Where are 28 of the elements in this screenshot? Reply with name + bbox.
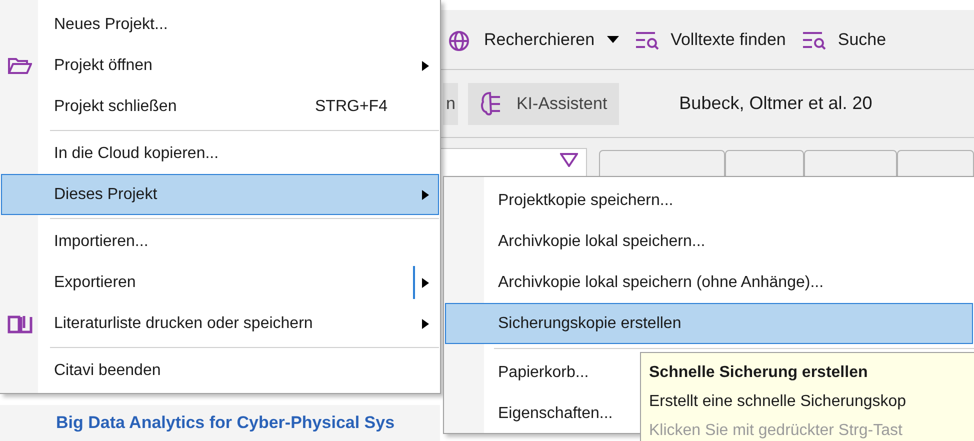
menu-item[interactable]: Archivkopie lokal speichern... xyxy=(445,221,973,262)
menu-item[interactable]: Literaturliste drucken oder speichern xyxy=(1,303,439,344)
menu-item[interactable]: Projekt öffnen xyxy=(1,45,439,86)
menu-item[interactable]: Projekt schließen STRG+F4 xyxy=(1,86,439,127)
toolbar-button[interactable]: n xyxy=(443,82,458,124)
shortcut-label: STRG+F4 xyxy=(315,96,388,116)
menu-item[interactable]: Neues Projekt... xyxy=(1,4,439,45)
filter-icon xyxy=(560,153,578,167)
folder-icon xyxy=(8,56,32,74)
toolbar-button[interactable]: Suche xyxy=(802,26,886,52)
toolbar-button[interactable]: Recherchieren xyxy=(448,26,619,52)
menu-item[interactable]: Projektkopie speichern... xyxy=(445,180,973,221)
menu-item[interactable]: Exportieren xyxy=(1,262,439,303)
search-icon xyxy=(802,30,826,50)
book-icon xyxy=(7,314,33,334)
tooltip-title: Schnelle Sicherung erstellen xyxy=(649,363,869,383)
menu-item[interactable]: In die Cloud kopieren... xyxy=(1,133,439,174)
menu-item[interactable]: Dieses Projekt xyxy=(1,174,439,215)
reference-title: Bubeck, Oltmer et al. 20 xyxy=(679,92,872,115)
menu-item[interactable]: Sicherungskopie erstellen xyxy=(445,303,973,344)
search-icon xyxy=(634,30,659,50)
tooltip-text: Erstellt eine schnelle Sicherungskop xyxy=(649,392,908,412)
menu-item[interactable]: Importieren... xyxy=(1,221,439,262)
ki-assistant-button[interactable]: KI-Assistent xyxy=(468,82,620,124)
menu-item[interactable]: Archivkopie lokal speichern (ohne Anhänge)... xyxy=(445,262,973,303)
tooltip-hint: Klicken Sie mit gedrückter Strg-Tast xyxy=(649,421,904,441)
menu-item[interactable]: Citavi beenden xyxy=(1,350,439,391)
toolbar-button[interactable]: Volltexte finden xyxy=(634,26,786,52)
